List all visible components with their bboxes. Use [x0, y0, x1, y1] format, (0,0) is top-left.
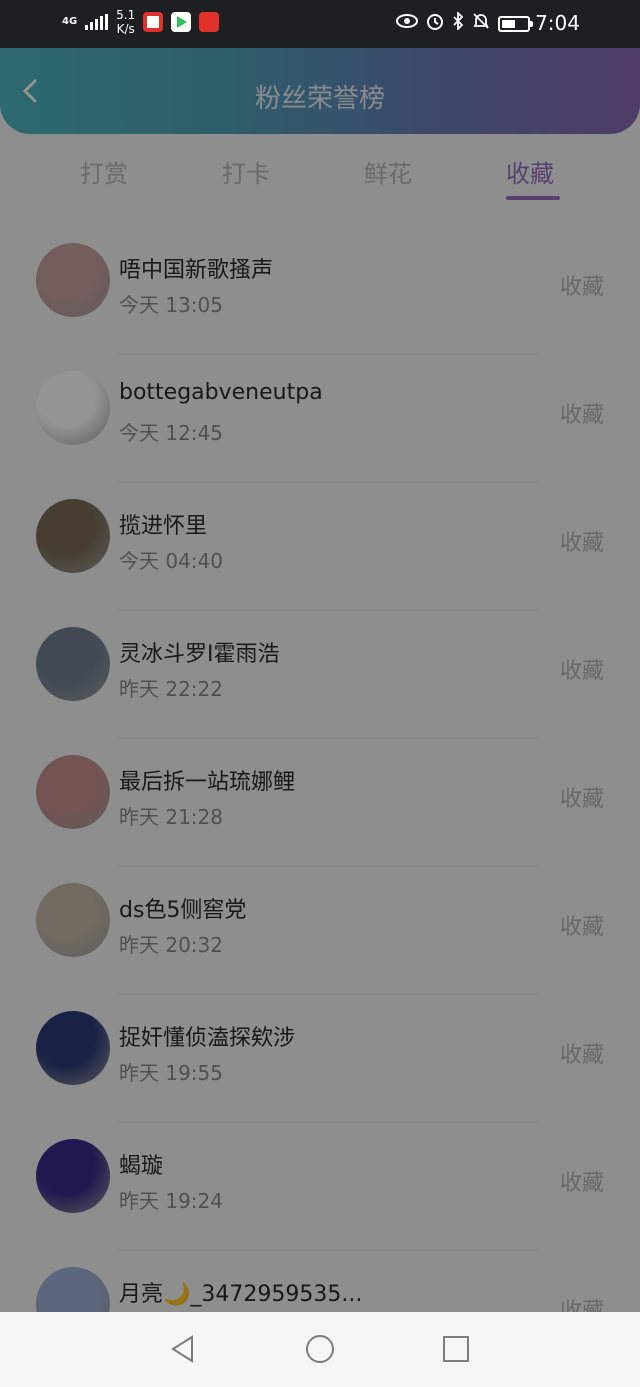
favorite-label: 收藏	[559, 531, 604, 556]
list-item[interactable]: 捉奸懂侦溘探欸涉 昨天 19:55 收藏	[0, 994, 640, 1122]
user-name: 蝎璇	[119, 1154, 164, 1179]
row-divider	[118, 738, 538, 739]
page-title: 粉丝荣誉榜	[254, 84, 385, 114]
favorite-time: 今天 13:05	[119, 293, 223, 317]
avatar[interactable]	[36, 627, 110, 701]
avatar[interactable]	[36, 243, 110, 317]
avatar[interactable]	[36, 883, 110, 957]
avatar[interactable]	[36, 371, 110, 445]
eye-comfort-icon	[396, 13, 418, 34]
app-notification-icon-2	[171, 12, 192, 32]
favorite-label: 收藏	[559, 915, 604, 940]
favorite-time: 今天 12:45	[119, 421, 223, 445]
favorite-label: 收藏	[559, 403, 604, 428]
status-bar: 4G 5.1 K/s 7:04	[0, 0, 640, 48]
row-divider	[118, 994, 538, 995]
row-divider	[118, 1250, 538, 1251]
tab-flowers[interactable]: 鲜花	[364, 154, 412, 189]
avatar[interactable]	[36, 499, 110, 573]
tab-bar: 打赏 打卡 鲜花 收藏	[0, 146, 640, 206]
nav-back-button[interactable]	[168, 1334, 198, 1364]
tab-reward[interactable]: 打赏	[80, 154, 128, 189]
row-divider	[118, 1122, 538, 1123]
favorite-time: 昨天 19:24	[119, 1189, 223, 1213]
row-divider	[118, 866, 538, 867]
list-item[interactable]: bottegabveneutpa 今天 12:45 收藏	[0, 354, 640, 482]
avatar[interactable]	[36, 1011, 110, 1085]
battery-icon	[498, 15, 533, 32]
avatar[interactable]	[36, 1139, 110, 1213]
clock: 7:04	[535, 11, 580, 35]
favorite-time: 今天 04:40	[119, 549, 223, 573]
nav-home-button[interactable]	[305, 1334, 335, 1364]
signal-icon	[85, 14, 109, 30]
list-item[interactable]: 揽进怀里今天 04:40 收藏	[0, 482, 640, 610]
user-name: bottegabveneutpa	[119, 380, 323, 405]
row-divider	[118, 354, 538, 355]
list-item[interactable]: 蝎璇昨天 19:24 收藏	[0, 1122, 640, 1250]
user-name: ds色5侧窖党	[119, 898, 247, 923]
tab-checkin[interactable]: 打卡	[222, 154, 270, 189]
favorite-time: 昨天 21:28	[119, 805, 223, 829]
battery-level	[502, 19, 515, 28]
header-bar: 粉丝荣誉榜	[0, 48, 640, 134]
tab-favorites[interactable]: 收藏	[506, 154, 554, 189]
list-item[interactable]: 灵冰斗罗I霍雨浩 昨天 22:22 收藏	[0, 610, 640, 738]
list-item[interactable]: 最后拆一站琉娜鲤 昨天 21:28 收藏	[0, 738, 640, 866]
favorite-label: 收藏	[559, 1043, 604, 1068]
user-name: 唔中国新歌搔声	[119, 258, 274, 283]
app-notification-icon-1	[143, 12, 164, 32]
list-item[interactable]: 唔中国新歌搔声 今天 13:05 收藏	[0, 226, 640, 354]
network-type: 4G	[62, 16, 78, 27]
favorite-time: 昨天 19:55	[119, 1061, 223, 1085]
favorite-label: 收藏	[559, 1171, 604, 1196]
favorite-label: 收藏	[559, 659, 604, 684]
nav-recents-button[interactable]	[441, 1334, 471, 1364]
status-left: 4G 5.1 K/s	[62, 8, 220, 36]
home-circle-icon	[306, 1335, 334, 1363]
app-notification-icon-3	[199, 12, 220, 32]
user-name: 最后拆一站琉娜鲤	[119, 770, 296, 795]
user-name: 揽进怀里	[119, 514, 208, 539]
row-divider	[118, 482, 538, 483]
status-right	[396, 10, 533, 35]
avatar[interactable]	[36, 755, 110, 829]
net-speed: 5.1 K/s	[116, 8, 136, 36]
bluetooth-icon	[452, 10, 464, 35]
recents-square-icon	[443, 1336, 469, 1362]
favorite-label: 收藏	[559, 275, 604, 300]
back-triangle-icon	[171, 1335, 193, 1363]
system-nav-bar	[0, 1312, 640, 1387]
row-divider	[118, 610, 538, 611]
tab-active-indicator	[506, 196, 560, 200]
user-name: 灵冰斗罗I霍雨浩	[119, 642, 280, 667]
favorite-time: 昨天 22:22	[119, 677, 223, 701]
favorite-label: 收藏	[559, 787, 604, 812]
favorite-time: 昨天 20:32	[119, 933, 223, 957]
alarm-icon	[426, 12, 444, 35]
mute-icon	[472, 12, 490, 35]
user-name: 月亮🌙_3472959535...	[119, 1282, 363, 1307]
list-item[interactable]: ds色5侧窖党 昨天 20:32 收藏	[0, 866, 640, 994]
user-name: 捉奸懂侦溘探欸涉	[119, 1026, 296, 1051]
